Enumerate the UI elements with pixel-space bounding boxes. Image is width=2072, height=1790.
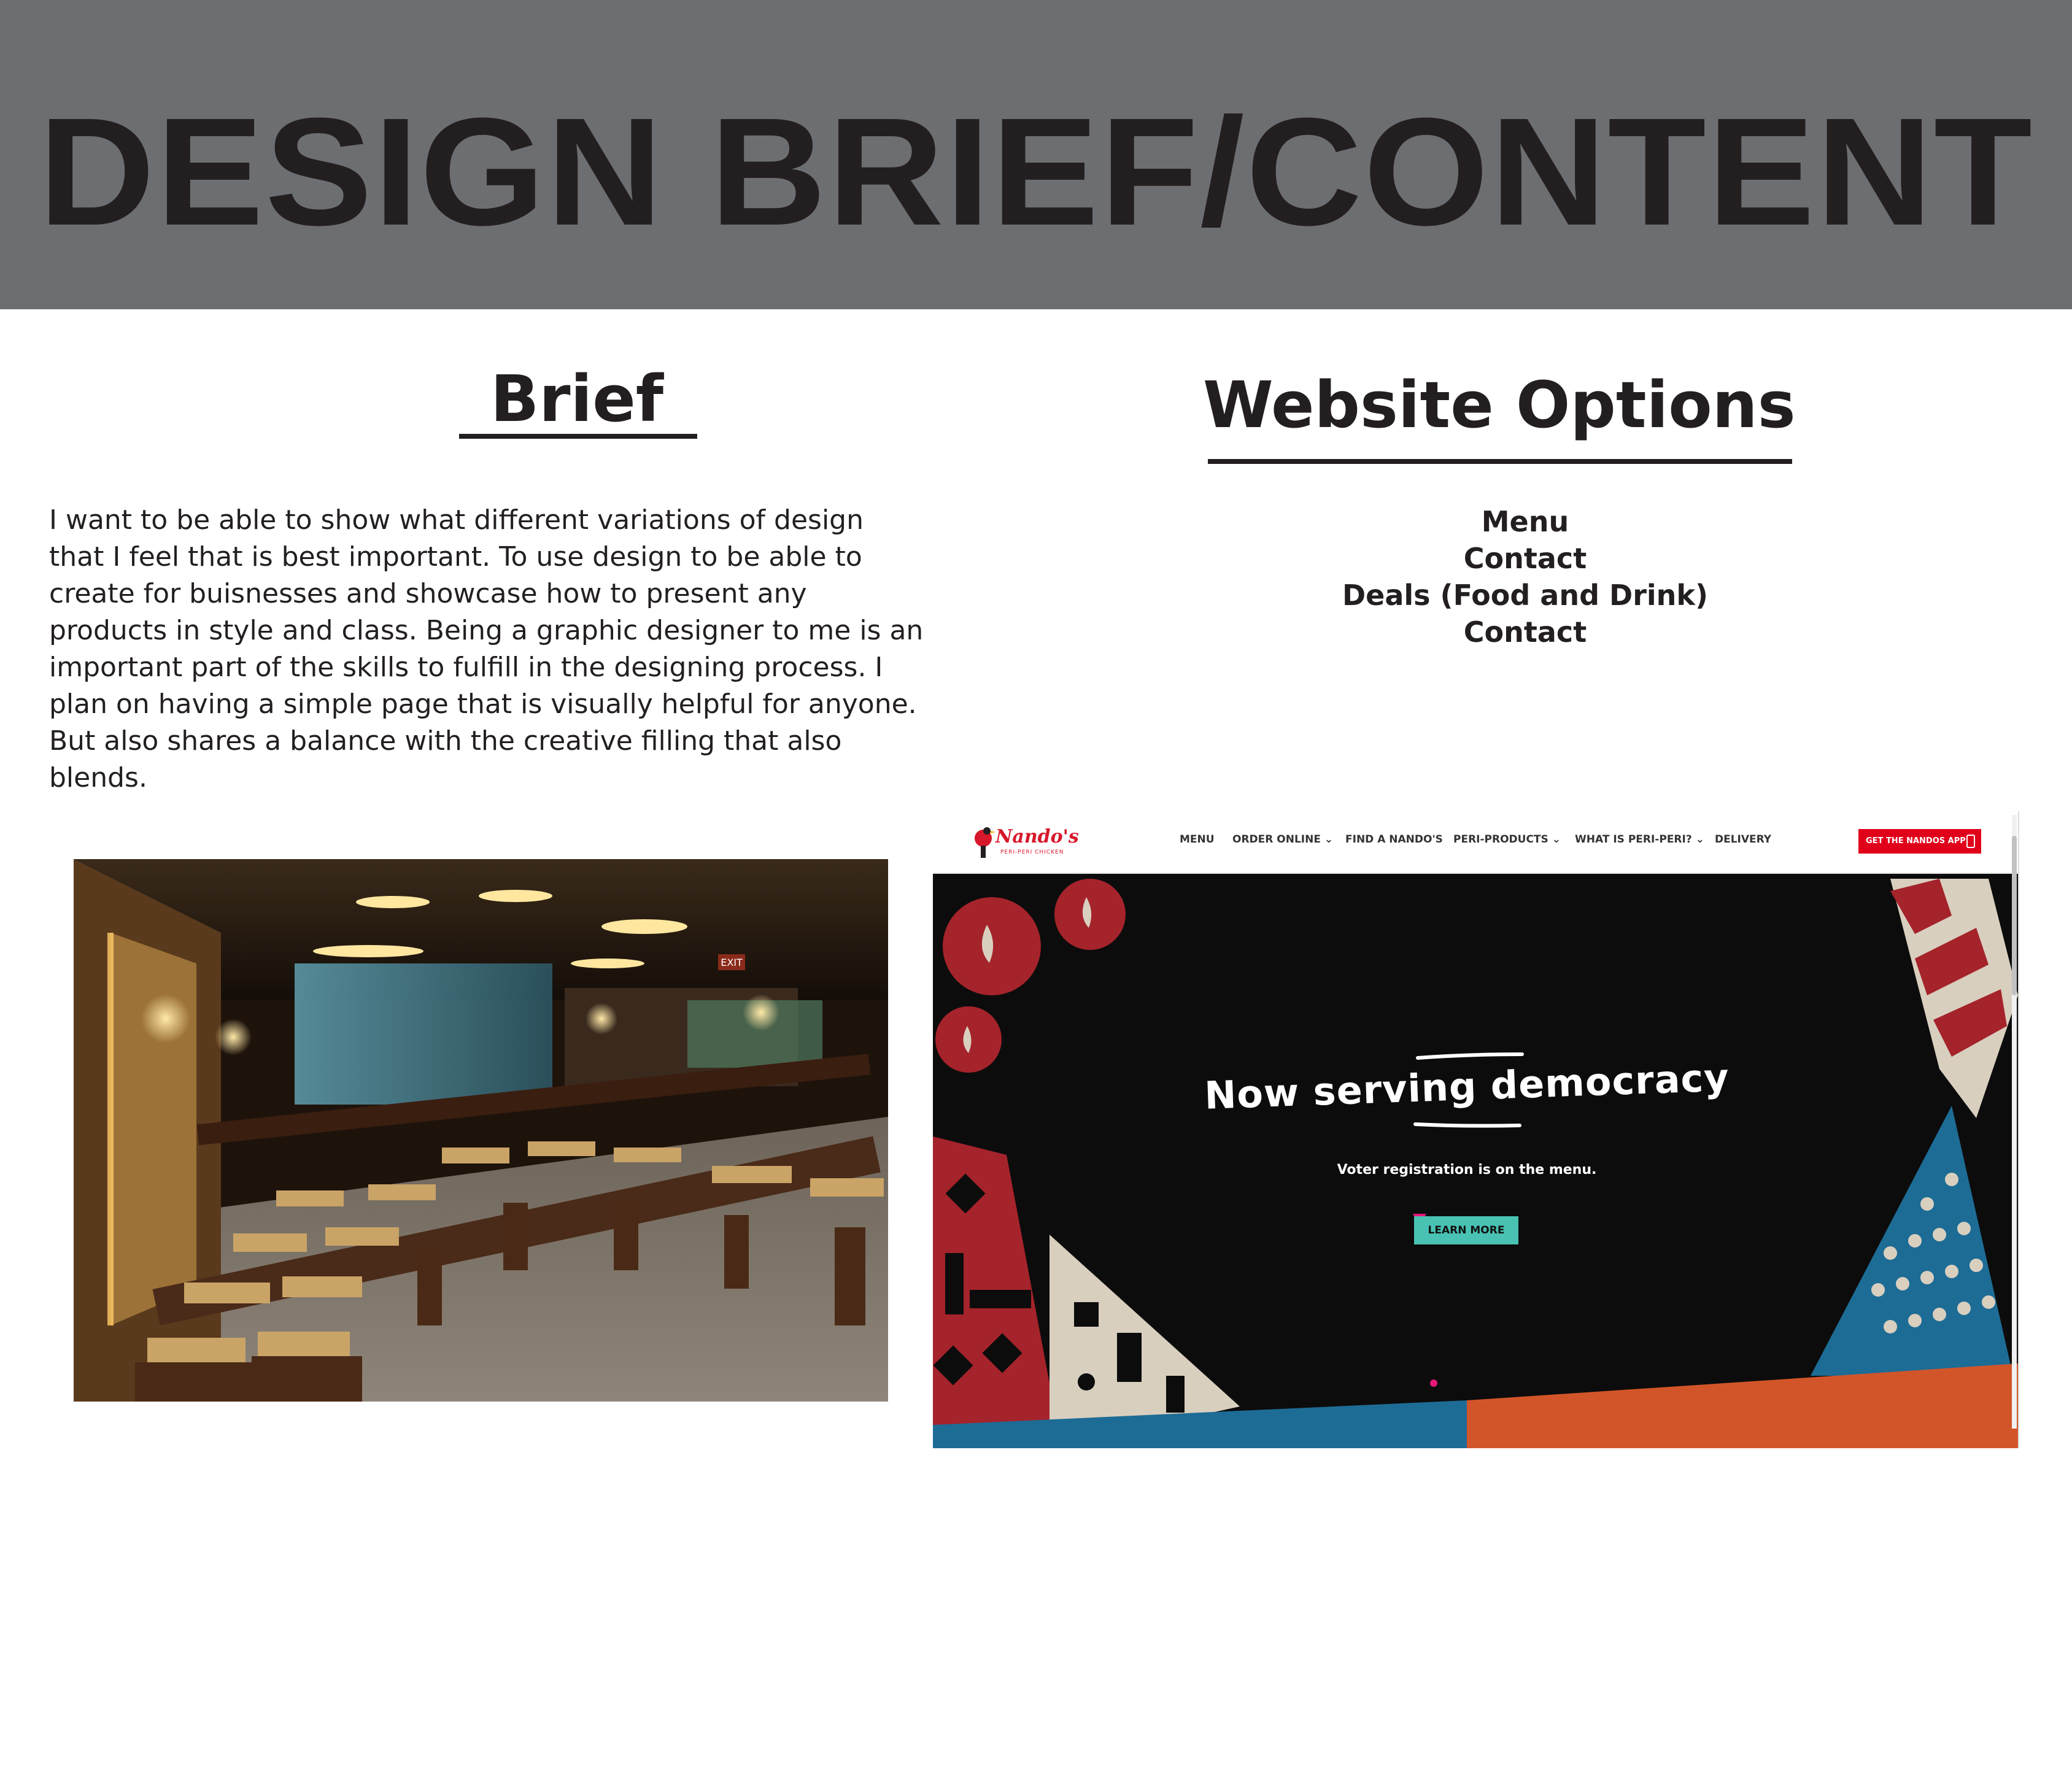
scrollbar-thumb[interactable] xyxy=(2012,836,2017,995)
option-deals: Deals (Food and Drink) xyxy=(1342,579,1709,612)
website-options-underline xyxy=(1208,459,1792,464)
nav-order-online[interactable]: ORDER ONLINE ⌄ xyxy=(1232,833,1333,846)
nandos-logo[interactable]: Nando's PERI-PERI CHICKEN xyxy=(971,825,1094,864)
nav-what-is-peri-peri[interactable]: WHAT IS PERI-PERI? ⌄ xyxy=(1575,833,1704,846)
brief-heading: Brief xyxy=(490,361,663,436)
nav-find-a-nandos[interactable]: FIND A NANDO'S xyxy=(1345,833,1443,846)
restaurant-photo-illustration: EXIT xyxy=(74,859,888,1402)
get-app-button[interactable]: GET THE NANDOS APP xyxy=(1858,829,1981,854)
page-title: DESIGN BRIEF/CONTENT xyxy=(38,86,2034,257)
logo-wordmark: Nando's xyxy=(995,826,1079,847)
learn-more-button[interactable]: LEARN MORE xyxy=(1414,1216,1518,1244)
brief-heading-underline xyxy=(459,434,697,439)
rooster-icon xyxy=(975,827,995,858)
website-screenshot: Nando's PERI-PERI CHICKEN MENU ORDER ONL… xyxy=(933,811,2019,1448)
option-menu: Menu xyxy=(1481,505,1569,538)
brief-paragraph: I want to be able to show what different… xyxy=(49,504,924,793)
restaurant-interior-photo: EXIT xyxy=(74,859,888,1402)
nav-menu[interactable]: MENU xyxy=(1180,833,1215,846)
exit-sign: EXIT xyxy=(721,957,743,968)
hero-pattern-art xyxy=(933,873,2018,1448)
nav-delivery[interactable]: DELIVERY xyxy=(1715,833,1771,846)
option-contact-2: Contact xyxy=(1463,615,1587,649)
phone-icon xyxy=(1966,835,1975,848)
nav-peri-products[interactable]: PERI-PRODUCTS ⌄ xyxy=(1453,833,1561,846)
hero-subtitle: Voter registration is on the menu. xyxy=(1337,1162,1597,1178)
get-app-label: GET THE NANDOS APP xyxy=(1866,836,1966,846)
website-options-heading: Website Options xyxy=(1203,368,1796,442)
website-options-list: Menu Contact Deals (Food and Drink) Cont… xyxy=(1277,503,1774,650)
site-navbar: Nando's PERI-PERI CHICKEN MENU ORDER ONL… xyxy=(933,811,2018,874)
logo-tagline: PERI-PERI CHICKEN xyxy=(1000,849,1064,855)
option-contact: Contact xyxy=(1463,542,1587,575)
